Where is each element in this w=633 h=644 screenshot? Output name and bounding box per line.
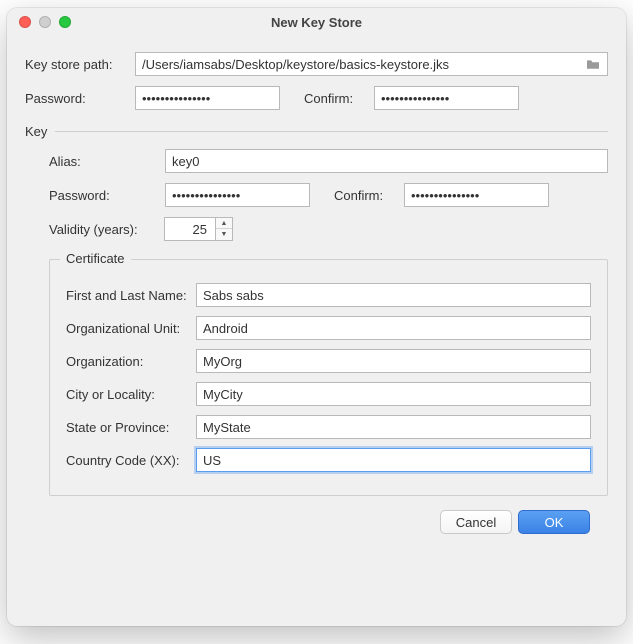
org-label: Organization: (66, 354, 196, 369)
state-field[interactable] (196, 415, 591, 439)
folder-icon[interactable] (585, 58, 601, 70)
state-label: State or Province: (66, 420, 196, 435)
country-label: Country Code (XX): (66, 453, 196, 468)
key-section-label: Key (25, 124, 47, 139)
stepper-down-icon[interactable]: ▼ (216, 229, 232, 240)
maximize-icon[interactable] (59, 16, 71, 28)
key-section-rule (55, 131, 608, 132)
city-field[interactable] (196, 382, 591, 406)
minimize-icon (39, 16, 51, 28)
key-password-label: Password: (49, 188, 155, 203)
certificate-section: Certificate First and Last Name: Organiz… (49, 259, 608, 496)
first-last-label: First and Last Name: (66, 288, 196, 303)
country-field[interactable] (196, 448, 591, 472)
alias-field[interactable] (165, 149, 608, 173)
password-field[interactable] (135, 86, 280, 110)
validity-field[interactable] (164, 217, 216, 241)
ok-button[interactable]: OK (518, 510, 590, 534)
dialog-title: New Key Store (7, 15, 626, 30)
traffic-lights (7, 16, 71, 28)
stepper-up-icon[interactable]: ▲ (216, 218, 232, 229)
titlebar: New Key Store (7, 8, 626, 36)
dialog-window: New Key Store Key store path: /Users/iam… (7, 8, 626, 626)
alias-label: Alias: (49, 154, 155, 169)
org-unit-label: Organizational Unit: (66, 321, 196, 336)
city-label: City or Locality: (66, 387, 196, 402)
validity-stepper[interactable]: ▲ ▼ (164, 217, 233, 241)
first-last-field[interactable] (196, 283, 591, 307)
confirm-password-field[interactable] (374, 86, 519, 110)
password-label: Password: (25, 91, 125, 106)
cancel-button[interactable]: Cancel (440, 510, 512, 534)
key-password-field[interactable] (165, 183, 310, 207)
validity-label: Validity (years): (49, 222, 155, 237)
keystore-path-field[interactable]: /Users/iamsabs/Desktop/keystore/basics-k… (135, 52, 608, 76)
org-field[interactable] (196, 349, 591, 373)
certificate-section-label: Certificate (60, 251, 131, 266)
keystore-path-label: Key store path: (25, 57, 125, 72)
key-confirm-label: Confirm: (334, 188, 394, 203)
key-confirm-field[interactable] (404, 183, 549, 207)
close-icon[interactable] (19, 16, 31, 28)
keystore-path-value: /Users/iamsabs/Desktop/keystore/basics-k… (142, 57, 579, 72)
org-unit-field[interactable] (196, 316, 591, 340)
confirm-password-label: Confirm: (304, 91, 364, 106)
